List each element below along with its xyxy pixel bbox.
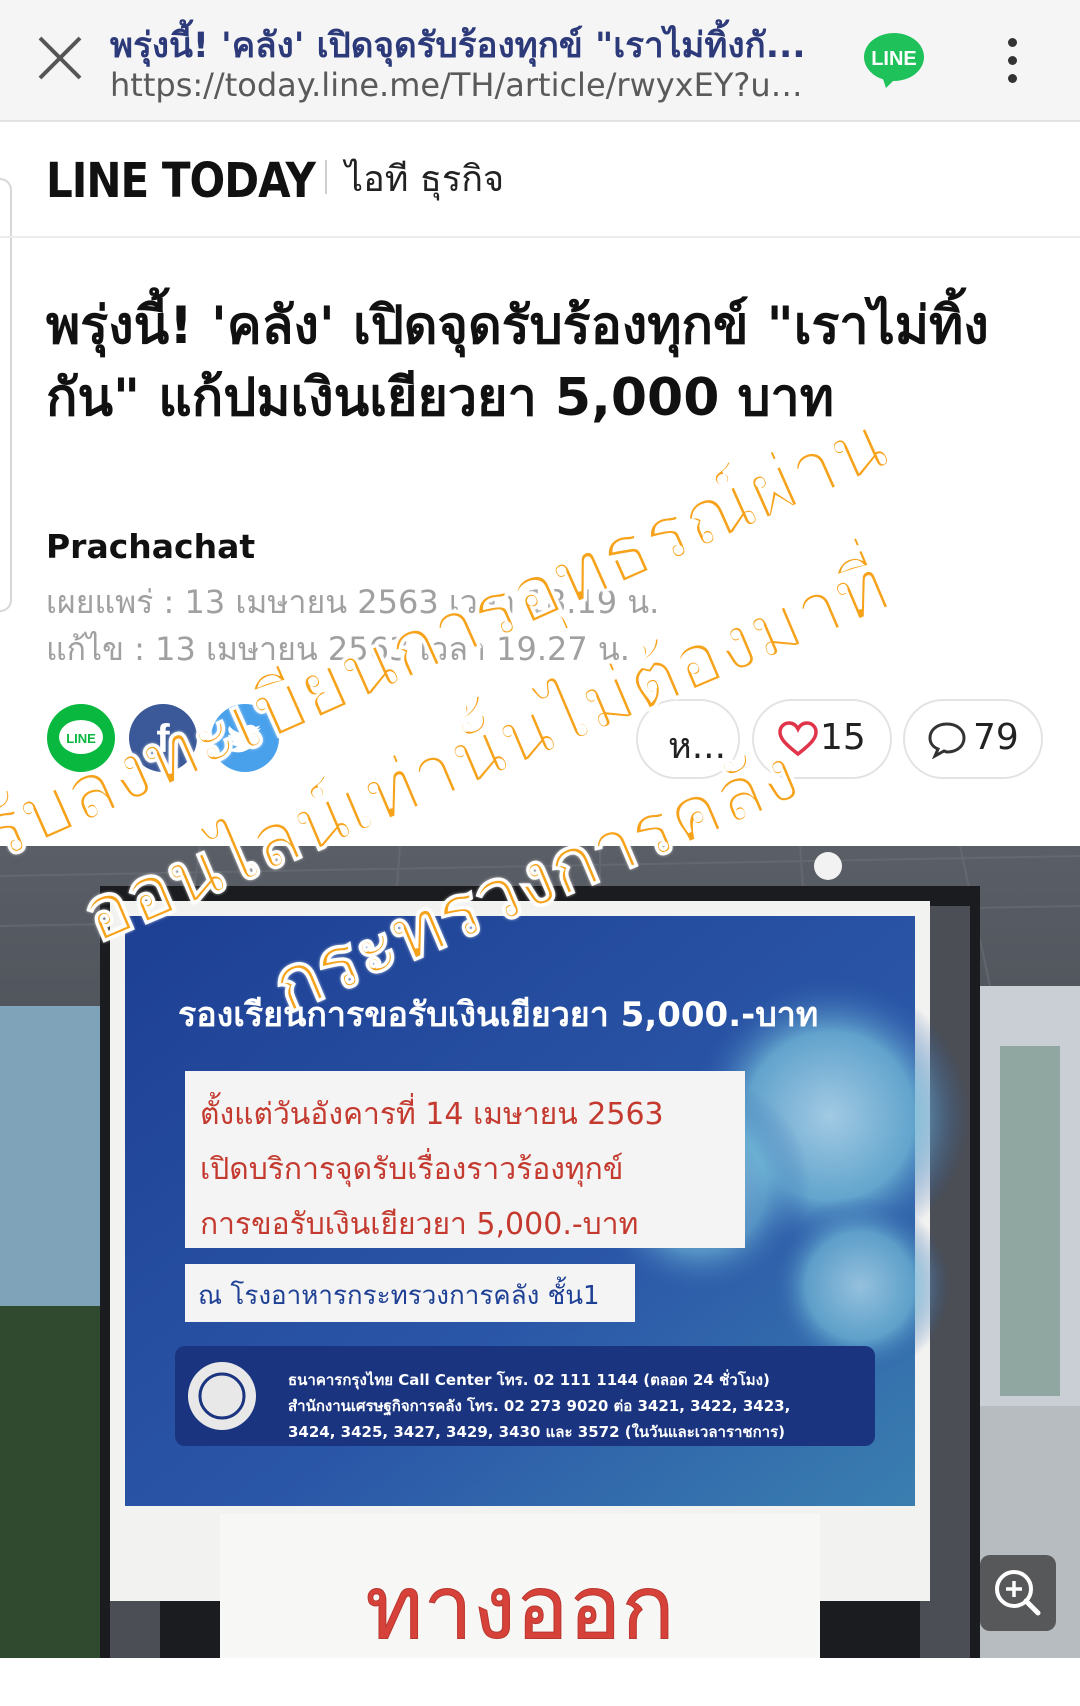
heart-icon	[778, 721, 818, 757]
article-photo[interactable]: รองเรียนการขอรับเงินเยียวยา 5,000.-บาท ต…	[0, 846, 1080, 1658]
page-url[interactable]: https://today.line.me/TH/article/rwyxEY?…	[110, 66, 810, 104]
facebook-icon: f	[129, 704, 197, 772]
poster-contact2: สำนักงานเศรษฐกิจการคลัง โทร. 02 273 9020…	[288, 1396, 790, 1416]
zoom-button[interactable]	[980, 1555, 1056, 1631]
page-title: พรุ่งนี้! 'คลัง' เปิดจุดรับร้องทุกข์ "เร…	[110, 26, 806, 66]
poster-location: ณ โรงอาหารกระทรวงการคลัง ชั้น1	[198, 1276, 600, 1311]
zoom-in-icon	[995, 1570, 1041, 1616]
line-share-icon: LINE	[47, 704, 115, 772]
facebook-letter: f	[156, 717, 170, 761]
line-today-logo[interactable]: LINE TODAY	[46, 152, 316, 208]
more-vert-icon[interactable]	[1000, 34, 1024, 86]
exit-sign-text: ทางออก	[365, 1556, 674, 1658]
pill-button-partial[interactable]: ห...	[636, 699, 740, 779]
photo-scene: รองเรียนการขอรับเงินเยียวยา 5,000.-บาท ต…	[0, 846, 1080, 1658]
side-drawer-handle[interactable]	[0, 178, 12, 612]
line-logo-text: LINE	[871, 48, 917, 70]
poster-box-line2: เปิดบริการจุดรับเรื่องราวร้องทุกข์	[200, 1148, 623, 1188]
poster-contact1: ธนาคารกรุงไทย Call Center โทร. 02 111 11…	[288, 1369, 770, 1390]
line-app-button[interactable]: LINE	[862, 30, 926, 90]
published-date: เผยแพร่ : 13 เมษายน 2563 เวลา 18.19 น.	[46, 583, 660, 621]
article-source[interactable]: Prachachat	[46, 527, 255, 566]
comment-button[interactable]: 79	[903, 699, 1043, 779]
share-twitter-button[interactable]	[211, 704, 279, 772]
like-count: 15	[820, 717, 866, 758]
poster-title: รองเรียนการขอรับเงินเยียวยา 5,000.-บาท	[178, 995, 818, 1035]
article-headline: พรุ่งนี้! 'คลัง' เปิดจุดรับร้องทุกข์ "เร…	[46, 296, 989, 428]
header-rule	[0, 236, 1080, 238]
poster-box-line1: ตั้งแต่วันอังคารที่ 14 เมษายน 2563	[200, 1092, 664, 1132]
pill-partial-label: ห...	[668, 726, 727, 767]
poster-contact3: 3424, 3425, 3427, 3429, 3430 และ 3572 (ใ…	[288, 1423, 785, 1441]
line-share-text: LINE	[66, 731, 96, 746]
header-divider	[325, 160, 327, 194]
comment-icon	[928, 722, 966, 759]
section-label[interactable]: ไอที ธุรกิจ	[345, 150, 504, 207]
edited-date: แก้ไข : 13 เมษายน 2563 เวลา 19.27 น.	[46, 630, 630, 668]
twitter-icon	[211, 704, 279, 772]
close-icon	[38, 36, 82, 80]
share-facebook-button[interactable]: f	[129, 704, 197, 772]
close-button[interactable]	[32, 30, 88, 86]
line-logo-icon: LINE	[864, 33, 924, 88]
browser-top-bar: พรุ่งนี้! 'คลัง' เปิดจุดรับร้องทุกข์ "เร…	[0, 0, 1080, 122]
comment-count: 79	[973, 717, 1019, 758]
poster-box-line3: การขอรับเงินเยียวยา 5,000.-บาท	[200, 1207, 638, 1242]
like-button[interactable]: 15	[752, 699, 892, 779]
share-line-button[interactable]: LINE	[47, 704, 115, 772]
